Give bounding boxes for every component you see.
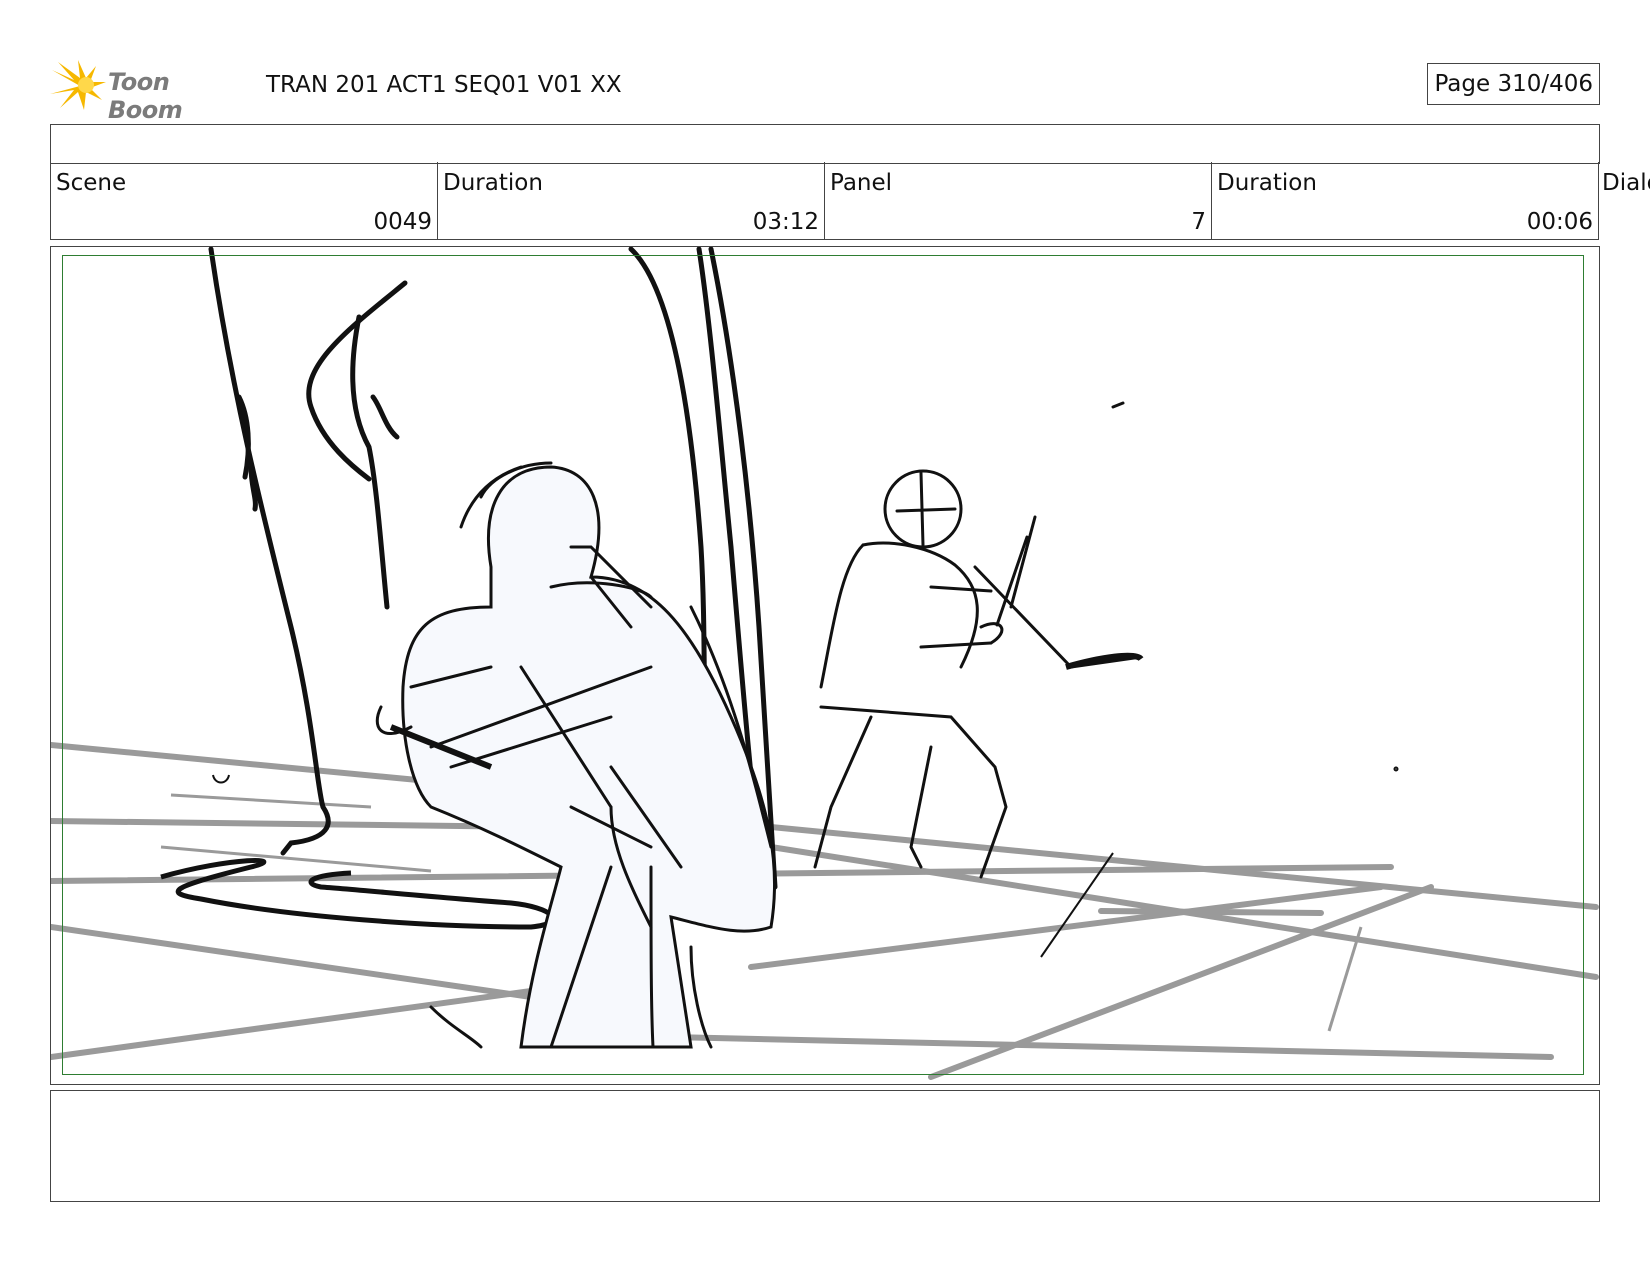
scene-duration-value: 03:12 [752, 209, 819, 235]
toon-boom-logo: Toon Boom [50, 60, 250, 124]
star-burst-icon [50, 60, 106, 110]
dialog-label: Dialo [1602, 170, 1650, 196]
panel-info-row: Scene 0049 Duration 03:12 Panel 7 Durati… [50, 162, 1650, 240]
storyboard-panel [50, 246, 1600, 1085]
floor-shadow [160, 857, 556, 930]
panel-label: Panel [830, 170, 893, 196]
scene-duration-cell: Duration 03:12 [437, 162, 825, 240]
page-indicator: Page 310/406 [1427, 63, 1600, 105]
fighter-figure [813, 401, 1143, 879]
action-notes-box [50, 124, 1600, 164]
panel-cell: Panel 7 [824, 162, 1212, 240]
panel-sketch [51, 247, 1599, 1080]
scene-number: 0049 [373, 209, 432, 235]
scene-duration-label: Duration [443, 170, 543, 196]
dialogue-notes-box [50, 1090, 1600, 1202]
sketch-details [212, 766, 1399, 958]
logo-wordmark: Toon Boom [108, 68, 183, 124]
scene-cell: Scene 0049 [50, 162, 438, 240]
panel-duration-label: Duration [1217, 170, 1317, 196]
document-title: TRAN 201 ACT1 SEQ01 V01 XX [266, 72, 622, 98]
scene-label: Scene [56, 170, 127, 196]
panel-duration-value: 00:06 [1526, 209, 1593, 235]
foreground-figure [375, 461, 777, 1049]
panel-number: 7 [1191, 209, 1206, 235]
page-header: Toon Boom TRAN 201 ACT1 SEQ01 V01 XX Pag… [50, 56, 1600, 124]
panel-duration-cell: Duration 00:06 [1211, 162, 1599, 240]
